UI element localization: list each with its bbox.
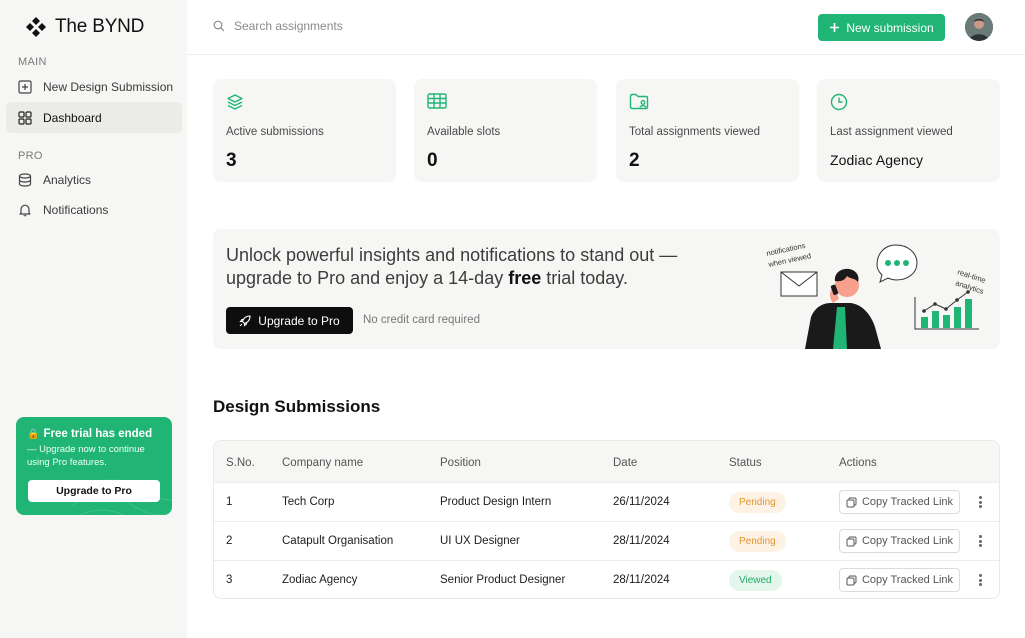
table-row: 1 Tech Corp Product Design Intern 26/11/… bbox=[214, 482, 999, 521]
column-header: Company name bbox=[282, 457, 364, 469]
trial-title: Free trial has ended bbox=[43, 428, 153, 440]
stat-value: 2 bbox=[629, 150, 640, 171]
layers-icon bbox=[227, 94, 243, 110]
stat-value: 0 bbox=[427, 150, 438, 171]
clock-icon bbox=[830, 93, 848, 111]
table-row: 2 Catapult Organisation UI UX Designer 2… bbox=[214, 521, 999, 560]
copy-tracked-link-button[interactable]: Copy Tracked Link bbox=[839, 568, 960, 592]
sidebar-item-label: Notifications bbox=[43, 202, 109, 217]
submissions-table: S.No. Company name Position Date Status … bbox=[213, 440, 1000, 599]
lock-icon: 🔒 bbox=[27, 428, 40, 440]
sidebar-item-label: New Design Submission bbox=[43, 79, 174, 94]
more-options-icon[interactable] bbox=[975, 572, 985, 588]
cell-company: Tech Corp bbox=[282, 496, 335, 508]
copy-link-label: Copy Tracked Link bbox=[861, 574, 954, 586]
promo-text-bold: free bbox=[508, 268, 542, 288]
sidebar-item-notifications[interactable]: Notifications bbox=[6, 194, 182, 225]
stat-value: 3 bbox=[226, 150, 237, 171]
folder-user-icon bbox=[629, 93, 649, 110]
sidebar: The BYND MAIN New Design Submission Dash… bbox=[0, 0, 187, 638]
upgrade-promo-banner: Unlock powerful insights and notificatio… bbox=[213, 229, 1000, 349]
stat-card-total-viewed: Total assignments viewed 2 bbox=[616, 79, 799, 182]
copy-tracked-link-button[interactable]: Copy Tracked Link bbox=[839, 490, 960, 514]
cell-date: 26/11/2024 bbox=[613, 496, 670, 508]
column-header: Actions bbox=[839, 457, 877, 469]
stat-card-active-submissions: Active submissions 3 bbox=[213, 79, 396, 182]
copy-icon bbox=[846, 536, 857, 546]
stat-label: Last assignment viewed bbox=[830, 126, 953, 138]
stat-card-last-viewed: Last assignment viewed Zodiac Agency bbox=[817, 79, 1000, 182]
table-header: S.No. Company name Position Date Status … bbox=[214, 441, 999, 482]
avatar[interactable] bbox=[965, 13, 993, 41]
sidebar-item-label: Dashboard bbox=[43, 110, 102, 125]
status-badge: Viewed bbox=[729, 570, 782, 591]
column-header: S.No. bbox=[226, 457, 255, 469]
cell-company: Zodiac Agency bbox=[282, 574, 358, 586]
plus-square-icon bbox=[18, 79, 32, 94]
search-placeholder: Search assignments bbox=[234, 19, 343, 33]
copy-tracked-link-button[interactable]: Copy Tracked Link bbox=[839, 529, 960, 553]
avatar-image bbox=[965, 13, 993, 41]
cell-sno: 3 bbox=[226, 574, 233, 586]
cell-position: Product Design Intern bbox=[440, 496, 552, 508]
rocket-icon bbox=[239, 314, 251, 327]
plus-icon bbox=[830, 23, 840, 32]
sidebar-item-new-design-submission[interactable]: New Design Submission bbox=[6, 71, 182, 102]
section-title-design-submissions: Design Submissions bbox=[213, 397, 381, 416]
stat-label: Total assignments viewed bbox=[629, 126, 761, 138]
copy-icon bbox=[846, 497, 857, 507]
cell-date: 28/11/2024 bbox=[613, 574, 670, 586]
sidebar-item-label: Analytics bbox=[43, 172, 92, 187]
logo-icon bbox=[26, 17, 46, 37]
section-label-pro: PRO bbox=[18, 150, 43, 162]
column-header: Position bbox=[440, 457, 481, 469]
promo-text-part: trial today. bbox=[541, 268, 628, 288]
cell-date: 28/11/2024 bbox=[613, 535, 670, 547]
upgrade-button-label: Upgrade to Pro bbox=[258, 313, 340, 328]
column-header: Status bbox=[729, 457, 762, 469]
status-badge: Pending bbox=[729, 492, 786, 513]
brand-name: The BYND bbox=[55, 16, 145, 37]
cell-sno: 2 bbox=[226, 535, 233, 547]
brand[interactable]: The BYND bbox=[25, 16, 144, 38]
status-badge: Pending bbox=[729, 531, 786, 552]
cell-company: Catapult Organisation bbox=[282, 535, 394, 547]
new-submission-button[interactable]: New submission bbox=[818, 14, 945, 41]
cell-position: UI UX Designer bbox=[440, 535, 520, 547]
database-icon bbox=[18, 172, 32, 187]
sidebar-item-analytics[interactable]: Analytics bbox=[6, 164, 182, 195]
more-options-icon[interactable] bbox=[975, 533, 985, 549]
promo-illustration: notifications when viewed real-time anal… bbox=[766, 241, 987, 349]
table-row: 3 Zodiac Agency Senior Product Designer … bbox=[214, 560, 999, 598]
search-input[interactable]: Search assignments bbox=[213, 19, 343, 33]
no-credit-card-note: No credit card required bbox=[363, 314, 480, 326]
promo-text: Unlock powerful insights and notificatio… bbox=[226, 244, 726, 290]
cell-position: Senior Product Designer bbox=[440, 574, 566, 586]
trial-ended-card: 🔒 Free trial has ended — Upgrade now to … bbox=[16, 417, 172, 515]
copy-icon bbox=[846, 575, 857, 585]
upgrade-to-pro-button[interactable]: Upgrade to Pro bbox=[226, 307, 353, 334]
section-label-main: MAIN bbox=[18, 56, 47, 68]
stat-label: Active submissions bbox=[226, 126, 324, 138]
copy-link-label: Copy Tracked Link bbox=[861, 535, 954, 547]
cell-sno: 1 bbox=[226, 496, 233, 508]
grid-icon bbox=[18, 110, 32, 125]
copy-link-label: Copy Tracked Link bbox=[861, 496, 954, 508]
stat-value: Zodiac Agency bbox=[830, 152, 924, 168]
new-submission-label: New submission bbox=[846, 20, 934, 35]
stat-card-available-slots: Available slots 0 bbox=[414, 79, 597, 182]
column-header: Date bbox=[613, 457, 638, 469]
more-options-icon[interactable] bbox=[975, 494, 985, 510]
bell-icon bbox=[19, 204, 31, 216]
table-icon bbox=[427, 93, 447, 109]
top-bar: Search assignments New submission bbox=[187, 0, 1025, 55]
stat-label: Available slots bbox=[427, 126, 501, 138]
trial-title-row: 🔒 Free trial has ended bbox=[27, 428, 161, 440]
search-icon bbox=[213, 20, 225, 32]
sidebar-item-dashboard[interactable]: Dashboard bbox=[6, 102, 182, 133]
trial-upgrade-button[interactable]: Upgrade to Pro bbox=[28, 480, 160, 502]
